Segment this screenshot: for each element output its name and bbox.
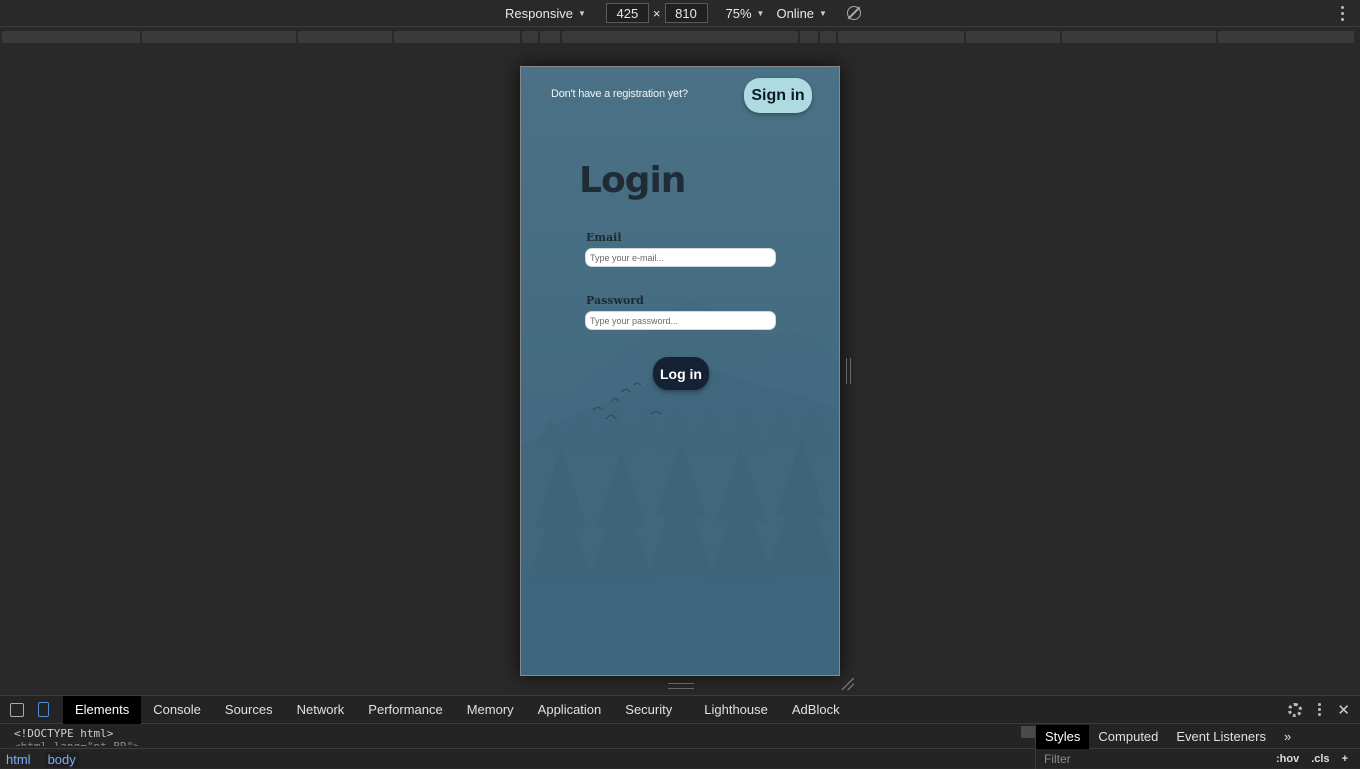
close-icon[interactable]: ✕ [1337,701,1350,719]
caret-down-icon: ▼ [577,8,586,18]
inspect-element-icon[interactable] [10,702,24,717]
tab-console[interactable]: Console [141,696,213,724]
device-select-label: Responsive [505,5,573,21]
tab-sources[interactable]: Sources [213,696,285,724]
caret-down-icon: ▼ [756,8,765,18]
scrollbar[interactable] [1021,726,1035,738]
device-viewport: Don't have a registration yet? Sign in L… [520,66,840,676]
tab-security[interactable]: Security [613,696,684,724]
breadcrumb-html[interactable]: html [6,752,31,767]
tab-elements[interactable]: Elements [63,695,142,724]
tab-lighthouse[interactable]: Lighthouse [692,696,780,724]
page-title: Login [579,160,686,201]
resize-corner-handle[interactable] [842,678,854,690]
caret-down-icon: ▼ [819,8,827,18]
styles-pane: Styles Computed Event Listeners » Filter… [1035,724,1360,769]
tab-computed[interactable]: Computed [1089,725,1167,749]
rotate-icon[interactable] [846,6,861,20]
settings-gear-icon[interactable] [1288,702,1303,717]
more-tabs-icon[interactable]: » [1275,725,1300,749]
tab-performance[interactable]: Performance [356,696,454,724]
sign-in-button[interactable]: Sign in [744,78,812,113]
doctype-line[interactable]: <!DOCTYPE html> [14,727,1021,740]
zoom-select[interactable]: 75% ▼ [726,6,765,21]
log-in-button[interactable]: Log in [653,357,709,390]
zoom-label: 75% [725,5,752,21]
add-rule-icon[interactable]: + [1342,753,1348,765]
resize-width-handle[interactable] [846,358,851,384]
registration-prompt: Don't have a registration yet? [551,88,688,100]
password-field[interactable]: Type your password... [585,311,776,330]
email-field[interactable]: Type your e-mail... [585,248,776,267]
breadcrumb: html body [0,748,1035,769]
width-input[interactable]: 425 [605,3,649,23]
cls-toggle[interactable]: .cls [1311,753,1329,765]
dom-tree: <!DOCTYPE html> <html lang="pt-BR"> [0,725,1035,747]
tab-event-listeners[interactable]: Event Listeners [1167,725,1275,749]
more-options-icon[interactable] [1318,703,1322,716]
device-select[interactable]: Responsive ▼ [505,6,586,21]
device-toolbar: Responsive ▼ 425 × 810 75% ▼ Online ▼ [0,0,1360,27]
media-query-ruler [0,28,1360,46]
hov-toggle[interactable]: :hov [1276,753,1299,765]
tab-memory[interactable]: Memory [455,696,526,724]
devtools-panel: Elements Console Sources Network Perform… [0,695,1360,769]
password-label: Password [586,294,644,307]
tab-adblock[interactable]: AdBlock [780,696,852,724]
resize-height-handle[interactable] [668,683,694,689]
tab-application[interactable]: Application [526,696,614,724]
network-throttle-select[interactable]: Online ▼ [776,6,827,21]
network-label: Online [776,5,815,21]
more-options-icon[interactable] [1341,6,1344,21]
height-input[interactable]: 810 [664,3,708,23]
breadcrumb-body[interactable]: body [44,751,79,767]
filter-input[interactable]: Filter [1044,752,1071,766]
times-sign: × [652,5,661,21]
html-tag-line[interactable]: <html lang="pt-BR"> [14,740,1021,746]
toggle-device-icon[interactable] [38,702,49,717]
devtools-tabbar: Elements Console Sources Network Perform… [0,695,1360,724]
tab-styles[interactable]: Styles [1036,724,1090,749]
email-label: Email [586,231,622,244]
tab-network[interactable]: Network [285,696,357,724]
